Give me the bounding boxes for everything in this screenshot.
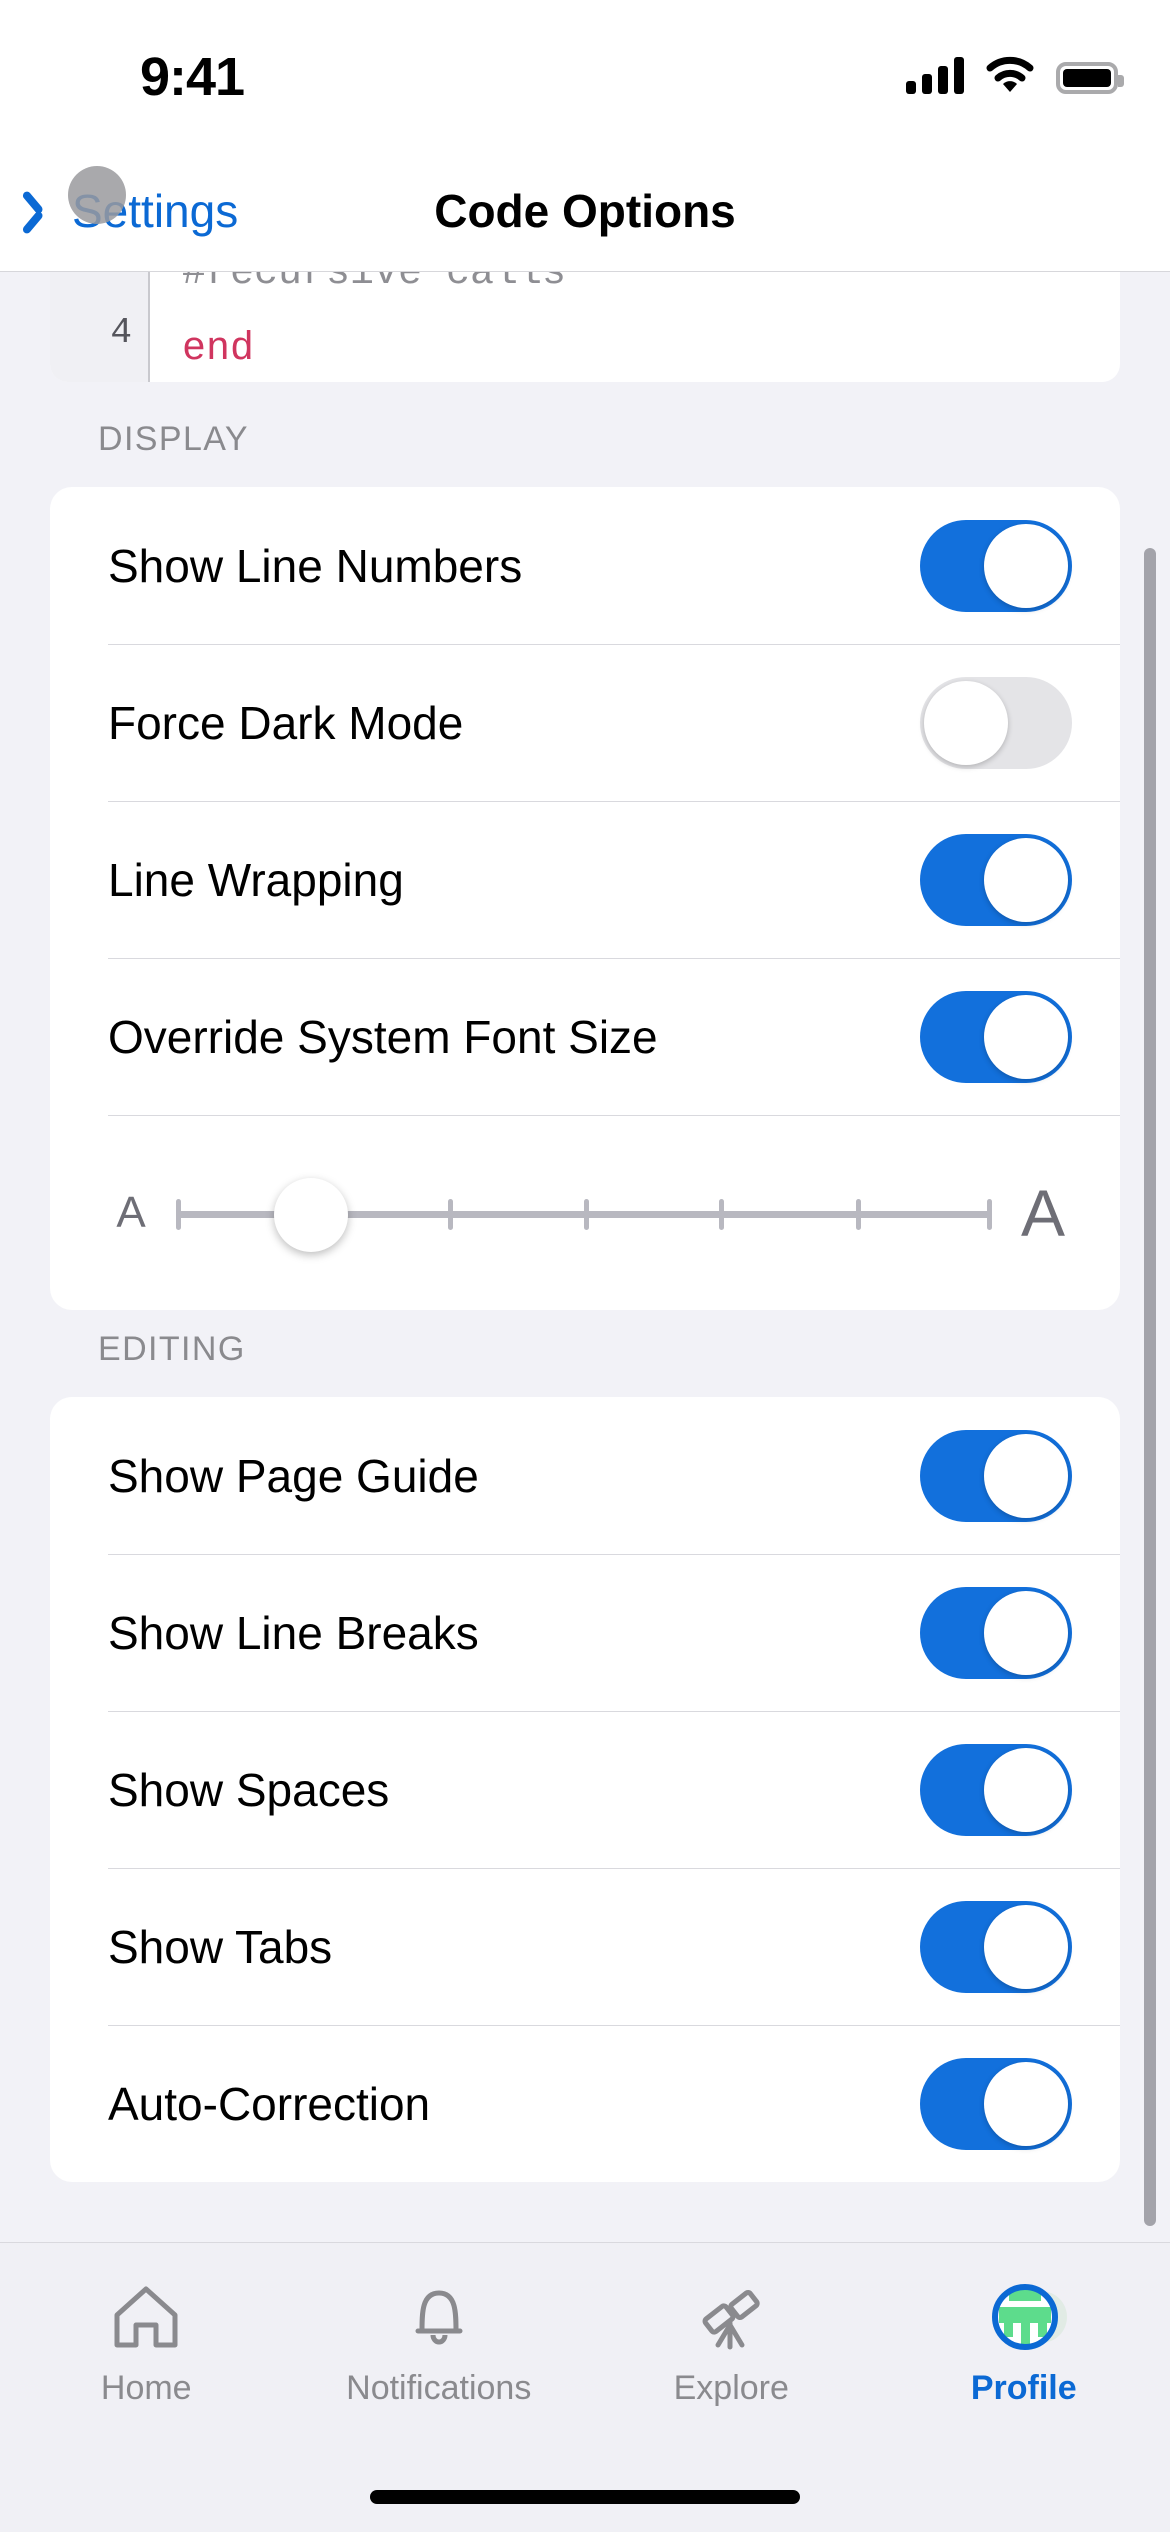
row-label: Show Tabs: [108, 1920, 333, 1973]
vertical-scrollbar[interactable]: [1144, 548, 1156, 2226]
row-override-system-font-size[interactable]: Override System Font Size: [50, 958, 1120, 1115]
slider-max-label: A: [1020, 1175, 1066, 1250]
tab-explore[interactable]: Explore: [585, 2277, 878, 2408]
row-show-line-numbers[interactable]: Show Line Numbers: [50, 487, 1120, 644]
row-label: Force Dark Mode: [108, 696, 464, 749]
code-line-number: 4: [110, 312, 132, 353]
toggle-show-tabs[interactable]: [920, 1900, 1072, 1993]
battery-full-icon: [1056, 62, 1124, 94]
slider-tick: [447, 1198, 453, 1230]
bell-icon: [400, 2277, 478, 2355]
toggle-override-system-font-size[interactable]: [920, 990, 1072, 1083]
row-auto-correction[interactable]: Auto-Correction: [50, 2025, 1120, 2182]
row-line-wrapping[interactable]: Line Wrapping: [50, 801, 1120, 958]
row-label: Show Line Numbers: [108, 539, 523, 592]
home-indicator: [370, 2490, 800, 2504]
telescope-icon: [692, 2277, 770, 2355]
tab-label: Home: [100, 2369, 192, 2407]
section-header-display: DISPLAY: [98, 420, 249, 458]
page-title: Code Options: [434, 185, 736, 237]
tab-label: Explore: [673, 2369, 789, 2407]
avatar-icon: [985, 2277, 1067, 2355]
row-label: Show Spaces: [108, 1763, 390, 1816]
slider-min-label: A: [116, 1187, 146, 1237]
status-bar-icons: [906, 56, 1124, 94]
row-label: Show Page Guide: [108, 1449, 479, 1502]
touch-indicator: [68, 166, 126, 224]
font-size-slider-row[interactable]: A A: [50, 1115, 1120, 1310]
wifi-icon: [986, 56, 1034, 94]
toggle-show-spaces[interactable]: [920, 1743, 1072, 1836]
slider-tick: [987, 1198, 992, 1230]
toggle-auto-correction[interactable]: [920, 2057, 1072, 2150]
slider-tick: [584, 1198, 589, 1230]
row-show-spaces[interactable]: Show Spaces: [50, 1711, 1120, 1868]
phone-screen: 9:41 Settings Code Options 4 #recursive …: [0, 0, 1170, 2532]
status-bar: 9:41: [0, 0, 1170, 150]
slider-tick: [855, 1198, 861, 1230]
tab-home[interactable]: Home: [0, 2277, 293, 2408]
row-label: Show Line Breaks: [108, 1606, 479, 1659]
tab-notifications[interactable]: Notifications: [293, 2277, 586, 2408]
editing-section: EDITING Show Page Guide Show Line Breaks…: [0, 1330, 1170, 2182]
font-size-slider[interactable]: [176, 1168, 992, 1258]
navigation-bar: Settings Code Options: [0, 150, 1170, 272]
section-header-editing: EDITING: [98, 1330, 246, 1368]
tab-profile[interactable]: Profile: [878, 2277, 1170, 2408]
code-preview[interactable]: 4 #recursive calls end: [50, 272, 1120, 382]
code-comment-line: #recursive calls: [182, 272, 567, 296]
code-content: #recursive calls end: [182, 272, 566, 382]
row-show-page-guide[interactable]: Show Page Guide: [50, 1397, 1120, 1554]
tab-label: Notifications: [346, 2369, 532, 2407]
editing-card: Show Page Guide Show Line Breaks Show Sp…: [50, 1397, 1120, 2182]
display-card: Show Line Numbers Force Dark Mode Line W…: [50, 487, 1120, 1310]
toggle-show-page-guide[interactable]: [920, 1429, 1072, 1522]
code-keyword-line: end: [182, 327, 255, 372]
slider-thumb[interactable]: [274, 1177, 349, 1252]
tab-label: Profile: [970, 2369, 1077, 2407]
cellular-signal-icon: [906, 56, 964, 94]
code-gutter: 4: [50, 272, 150, 382]
row-show-tabs[interactable]: Show Tabs: [50, 1868, 1120, 2025]
row-label: Line Wrapping: [108, 853, 404, 906]
row-force-dark-mode[interactable]: Force Dark Mode: [50, 644, 1120, 801]
row-label: Override System Font Size: [108, 1010, 658, 1063]
toggle-force-dark-mode[interactable]: [920, 676, 1072, 769]
tab-bar: Home Notifications Explore Profile: [0, 2242, 1170, 2532]
row-label: Auto-Correction: [108, 2077, 431, 2130]
home-icon: [107, 2277, 185, 2355]
slider-tick: [176, 1198, 181, 1230]
display-section: DISPLAY Show Line Numbers Force Dark Mod…: [0, 420, 1170, 1310]
status-bar-time: 9:41: [140, 47, 245, 107]
toggle-show-line-numbers[interactable]: [920, 519, 1072, 612]
row-show-line-breaks[interactable]: Show Line Breaks: [50, 1554, 1120, 1711]
slider-tick: [719, 1198, 725, 1230]
toggle-show-line-breaks[interactable]: [920, 1586, 1072, 1679]
toggle-line-wrapping[interactable]: [920, 833, 1072, 926]
